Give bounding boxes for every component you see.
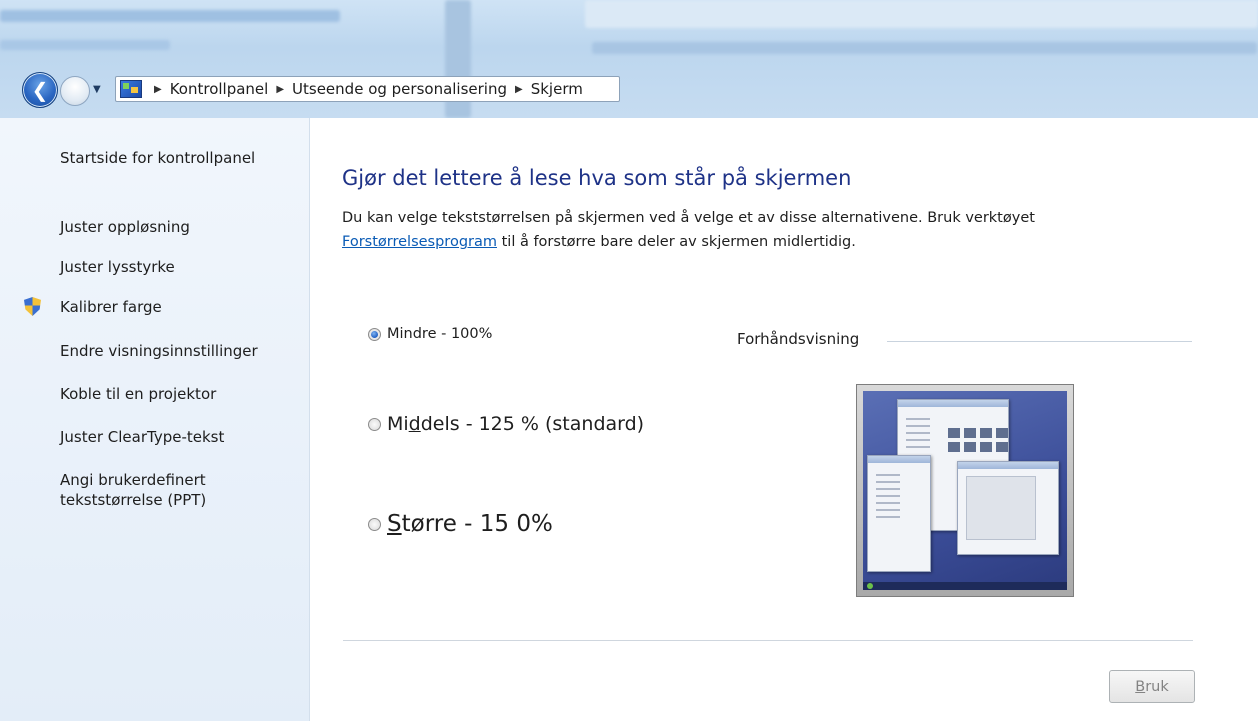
bottom-divider	[343, 640, 1193, 641]
breadcrumb-skjerm[interactable]: Skjerm	[529, 80, 585, 98]
magnifier-link[interactable]: Forstørrelsesprogram	[342, 234, 497, 250]
preview-image	[856, 384, 1074, 597]
preview-window	[957, 461, 1059, 555]
blurred-background	[0, 10, 340, 22]
chevron-right-icon[interactable]: ▶	[154, 84, 162, 95]
arrow-left-icon: ❮	[31, 78, 49, 102]
control-panel-icon	[120, 80, 142, 98]
description-text: Du kan velge tekststørrelsen på skjermen…	[342, 210, 1035, 226]
forward-button[interactable]	[60, 76, 90, 106]
sidebar: Startside for kontrollpanel Juster opplø…	[0, 118, 310, 721]
radio-smaller[interactable]	[368, 327, 381, 341]
sidebar-item-projector[interactable]: Koble til en projektor	[60, 385, 216, 403]
preview-divider	[887, 341, 1192, 342]
radio-larger[interactable]	[368, 517, 381, 531]
option-label: Middels - 125 % (standard)	[387, 413, 645, 435]
sidebar-item-cleartype[interactable]: Juster ClearType-tekst	[60, 428, 224, 446]
back-button[interactable]: ❮	[22, 72, 58, 108]
sidebar-item-label: tekststørrelse (PPT)	[60, 491, 207, 509]
radio-medium[interactable]	[368, 417, 381, 431]
preview-screen	[863, 391, 1067, 590]
preview-taskbar	[863, 582, 1067, 590]
preview-label: Forhåndsvisning	[737, 330, 860, 348]
page-title: Gjør det lettere å lese hva som står på …	[342, 166, 852, 190]
sidebar-item-calibrate-color[interactable]: Kalibrer farge	[60, 298, 162, 316]
option-medium[interactable]: Middels - 125 % (standard)	[368, 413, 644, 435]
sidebar-item-resolution[interactable]: Juster oppløsning	[60, 218, 190, 236]
sidebar-home-link[interactable]: Startside for kontrollpanel	[60, 149, 255, 167]
apply-button[interactable]: Bruk	[1109, 670, 1195, 703]
sidebar-item-label: Angi brukerdefinert	[60, 471, 206, 489]
option-smaller[interactable]: Mindre - 100%	[368, 326, 492, 342]
address-bar[interactable]: ▶ Kontrollpanel ▶ Utseende og personalis…	[115, 76, 620, 102]
description-text: til å forstørre bare deler av skjermen m…	[497, 234, 856, 250]
sidebar-item-display-settings[interactable]: Endre visningsinnstillinger	[60, 342, 258, 360]
blurred-background	[0, 40, 170, 50]
preview-window	[867, 455, 931, 572]
breadcrumb-kontrollpanel[interactable]: Kontrollpanel	[168, 80, 271, 98]
sidebar-item-custom-text-size[interactable]: Angi brukerdefinert tekststørrelse (PPT)	[60, 470, 206, 510]
blurred-background	[592, 42, 1257, 54]
breadcrumb-utseende[interactable]: Utseende og personalisering	[290, 80, 509, 98]
main-content: Gjør det lettere å lese hva som står på …	[310, 118, 1258, 721]
recent-pages-dropdown[interactable]: ▼	[93, 84, 101, 95]
shield-icon	[24, 297, 41, 316]
chevron-right-icon[interactable]: ▶	[515, 84, 523, 95]
window-titlebar: ❮ ▼ ▶ Kontrollpanel ▶ Utseende og person…	[0, 0, 1258, 118]
option-label: Større - 15 0%	[387, 511, 553, 537]
sidebar-item-brightness[interactable]: Juster lysstyrke	[60, 258, 175, 276]
chevron-right-icon[interactable]: ▶	[276, 84, 284, 95]
option-label: Mindre - 100%	[387, 326, 493, 342]
option-larger[interactable]: Større - 15 0%	[368, 511, 553, 537]
description: Du kan velge tekststørrelsen på skjermen…	[342, 206, 1242, 254]
blurred-background	[585, 0, 1258, 28]
